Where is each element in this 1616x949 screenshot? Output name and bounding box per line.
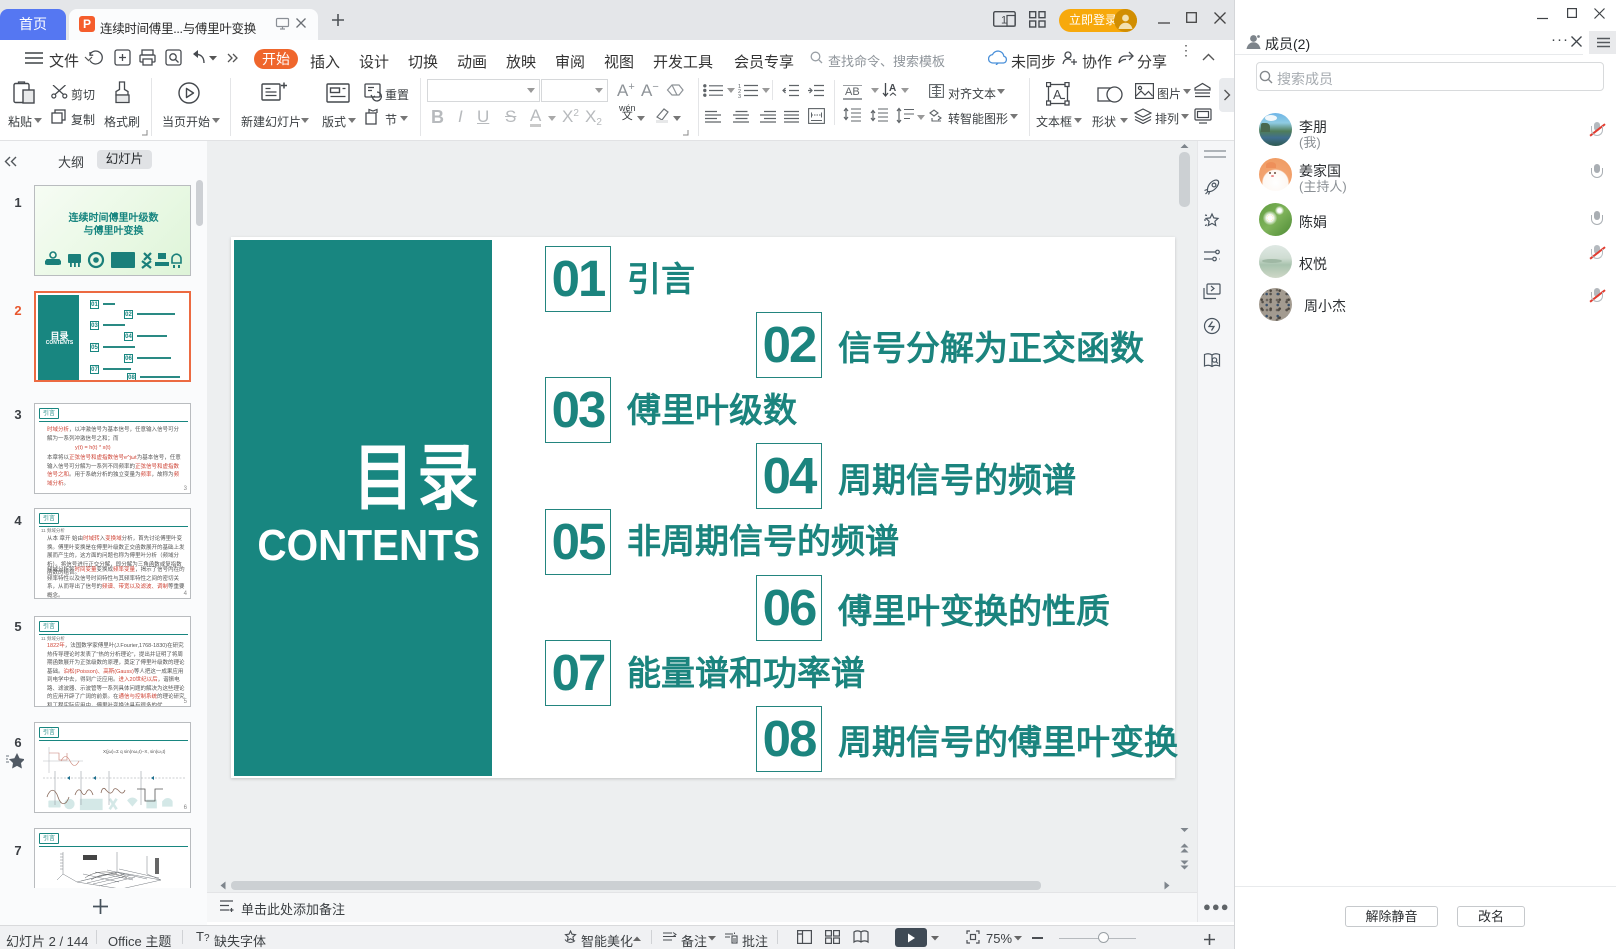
svg-text:A: A — [889, 83, 896, 94]
svg-text:A: A — [1053, 87, 1062, 102]
svg-text:1: 1 — [1001, 15, 1007, 27]
svg-text:3: 3 — [738, 94, 741, 98]
svg-text:X(jω)=Σ q sin(nω₀t)−X, sin(ω₀t: X(jω)=Σ q sin(nω₀t)−X, sin(ω₀t) — [103, 749, 166, 754]
